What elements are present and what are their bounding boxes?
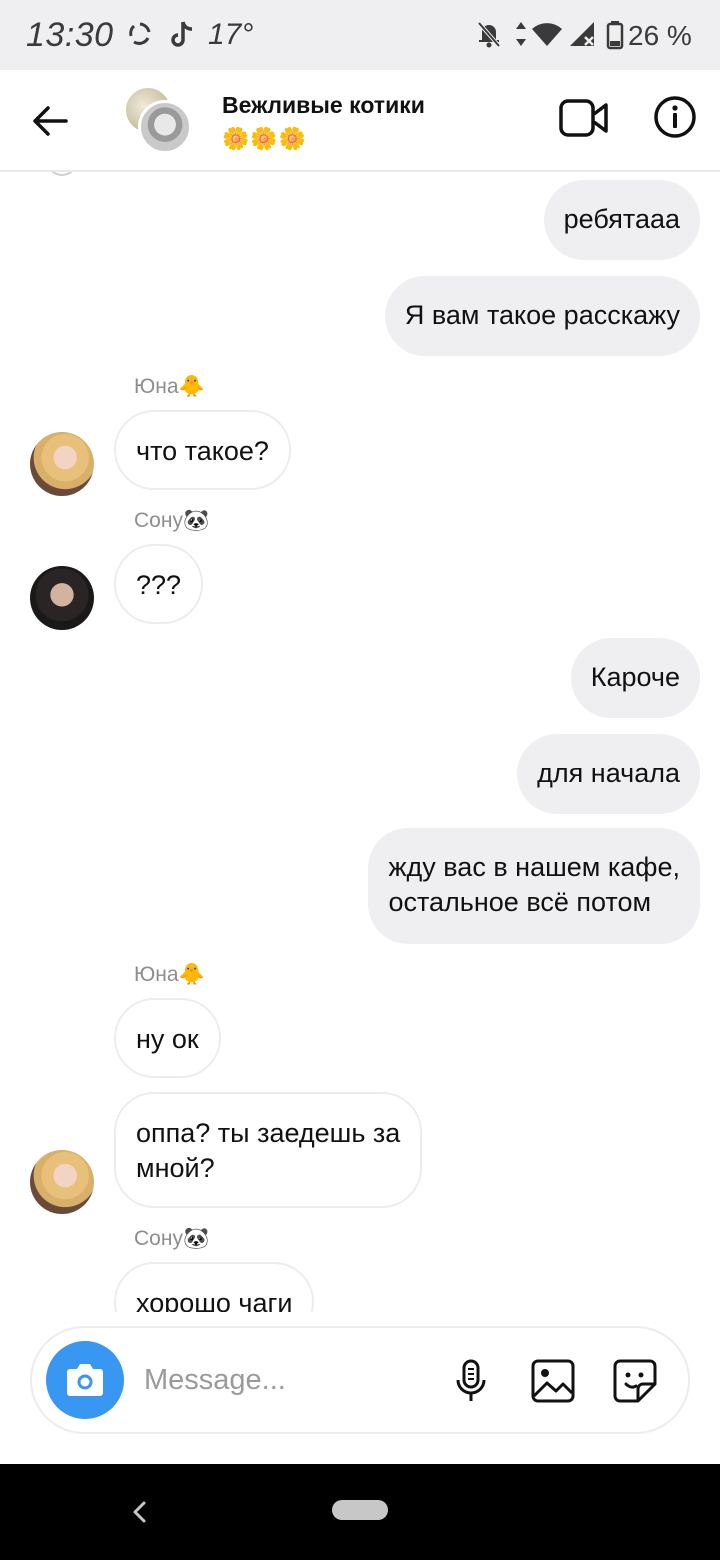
battery-percentage: 26 %	[628, 20, 692, 51]
status-bar: 13:30 17° 26 %	[0, 0, 720, 70]
system-navigation-bar	[0, 1464, 720, 1560]
sticker-icon[interactable]	[612, 1358, 658, 1404]
message-text: Я вам такое расскажу	[404, 300, 680, 330]
message-bubble-incoming[interactable]: хорошо чаги	[114, 1262, 315, 1312]
nav-back-icon[interactable]	[126, 1498, 154, 1526]
sender-name: Юна🐥	[134, 963, 205, 986]
signal-icon	[570, 22, 594, 46]
message-text: хорошо чаги	[136, 1288, 293, 1312]
status-temperature: 17°	[208, 18, 254, 51]
message-bubble-incoming[interactable]: ???	[114, 544, 204, 624]
avatar[interactable]	[30, 432, 94, 496]
back-arrow-icon[interactable]	[28, 98, 74, 144]
avatar[interactable]	[30, 566, 94, 630]
message-text: Кароче	[590, 662, 680, 692]
message-bubble-outgoing[interactable]: жду вас в нашем кафе, остальное всё пото…	[368, 828, 700, 944]
gallery-icon[interactable]	[530, 1358, 576, 1404]
message-bubble-outgoing[interactable]: ребятааа	[543, 180, 700, 260]
mute-bell-icon	[477, 21, 501, 48]
message-bubble-incoming[interactable]: что такое?	[114, 410, 291, 490]
microphone-icon[interactable]	[448, 1358, 494, 1404]
chat-subtitle: 🌼🌼🌼	[222, 126, 308, 151]
message-input[interactable]	[144, 1358, 434, 1402]
message-text-line: оппа? ты заедешь за	[136, 1118, 401, 1148]
message-text-line: мной?	[136, 1153, 215, 1183]
group-avatar-front	[138, 100, 192, 154]
video-call-icon[interactable]	[558, 96, 610, 140]
message-list[interactable]: ребятааа Я вам такое расскажу Юна🐥 что т…	[0, 172, 720, 1312]
chat-header: Вежливые котики 🌼🌼🌼	[0, 70, 720, 172]
nav-home-pill[interactable]	[332, 1500, 388, 1520]
message-text: ну ок	[136, 1024, 199, 1054]
sender-name: Сону🐼	[134, 1227, 210, 1250]
camera-button[interactable]	[46, 1341, 124, 1419]
group-avatar[interactable]	[124, 86, 194, 156]
avatar[interactable]	[30, 1150, 94, 1214]
message-composer	[30, 1326, 690, 1434]
chat-title[interactable]: Вежливые котики	[222, 92, 425, 119]
info-icon[interactable]	[652, 94, 698, 140]
message-text-line: остальное всё потом	[388, 887, 652, 917]
battery-icon	[606, 21, 624, 50]
message-text: ребятааа	[563, 204, 680, 234]
message-text: для начала	[537, 758, 680, 788]
sender-name: Сону🐼	[134, 509, 210, 532]
avatar-partial	[46, 172, 78, 176]
message-text: ???	[136, 570, 182, 600]
message-bubble-outgoing[interactable]: для начала	[517, 734, 700, 814]
message-bubble-outgoing[interactable]: Я вам такое расскажу	[384, 276, 700, 356]
wifi-icon	[532, 23, 562, 46]
message-text: что такое?	[136, 436, 269, 466]
tiktok-icon	[171, 21, 193, 47]
camera-icon	[67, 1364, 103, 1396]
status-time: 13:30	[26, 16, 114, 54]
data-arrows-icon	[516, 22, 526, 46]
message-bubble-outgoing[interactable]: Кароче	[570, 638, 700, 718]
sender-name: Юна🐥	[134, 375, 205, 398]
message-bubble-incoming[interactable]: ну ок	[114, 998, 221, 1078]
message-text-line: жду вас в нашем кафе,	[388, 852, 680, 882]
message-bubble-incoming[interactable]: оппа? ты заедешь за мной?	[114, 1092, 423, 1208]
sync-icon	[129, 22, 151, 45]
